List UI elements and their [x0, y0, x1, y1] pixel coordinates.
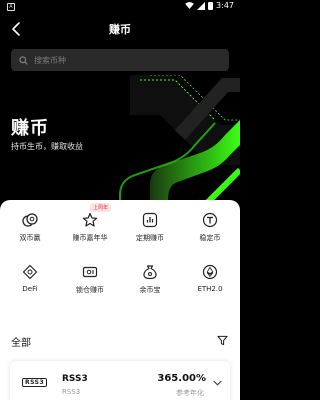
- page-title: 赚币: [109, 23, 131, 36]
- coin-apy: 365.00%: [157, 373, 206, 384]
- money-bag-icon: [143, 265, 157, 280]
- product-label: DeFi: [22, 285, 38, 293]
- product-locked-staking[interactable]: 锁仓赚币: [60, 258, 120, 310]
- hero-title: 赚币: [11, 118, 49, 139]
- hero-banner: 赚币 持币生币，赚取收益: [0, 75, 240, 205]
- coin-list-item[interactable]: RSS3 RSS3 RSS3 365.00% 参考年化: [10, 361, 230, 400]
- section-title: 全部: [11, 338, 31, 349]
- search-bar[interactable]: [11, 49, 229, 71]
- product-label: 定期赚币: [136, 234, 164, 242]
- search-icon: [19, 55, 28, 65]
- battery-icon: [208, 1, 214, 10]
- status-time: 3:47: [216, 1, 234, 10]
- product-label: 余币宝: [139, 286, 161, 294]
- hero-subtitle: 持币生币，赚取收益: [11, 142, 83, 151]
- product-label: ETH2.0: [197, 285, 223, 293]
- ethereum-icon: [202, 264, 218, 280]
- coin-apy-label: 参考年化: [176, 389, 204, 397]
- product-carnival[interactable]: 上周年 赚币嘉年华: [60, 203, 120, 258]
- product-label: 稳定币: [199, 234, 221, 242]
- product-defi[interactable]: DeFi: [0, 258, 60, 310]
- defi-icon: [22, 264, 38, 280]
- signal-icon: [197, 1, 206, 10]
- coins-icon: [22, 213, 38, 227]
- product-savings[interactable]: 余币宝: [120, 258, 180, 310]
- product-stablecoin[interactable]: 稳定币: [180, 206, 240, 258]
- status-bar: A 3:47: [0, 0, 240, 14]
- wifi-icon: [185, 2, 194, 9]
- product-label: 锁仓赚币: [76, 286, 104, 294]
- product-eth2[interactable]: ETH2.0: [180, 258, 240, 310]
- hero-graphic: [119, 75, 240, 205]
- coin-subname: RSS3: [62, 388, 81, 396]
- tether-icon: [202, 212, 218, 228]
- coin-logo: RSS3: [22, 378, 48, 387]
- star-icon: [82, 212, 98, 227]
- content-sheet: 双币赢 上周年 赚币嘉年华 定期赚币 稳定币 DeFi 锁仓赚币 余币宝 ETH…: [0, 200, 240, 400]
- chevron-down-icon[interactable]: [213, 380, 222, 386]
- product-dual-currency[interactable]: 双币赢: [0, 206, 60, 258]
- product-label: 双币赢: [19, 234, 41, 242]
- product-label: 赚币嘉年华: [72, 234, 108, 242]
- lock-safe-icon: [82, 266, 98, 278]
- app-header: 赚币: [0, 14, 240, 44]
- notification-icon: A: [7, 3, 15, 11]
- bar-chart-icon: [142, 212, 158, 228]
- coin-name: RSS3: [62, 374, 88, 384]
- product-badge: 上周年: [90, 203, 112, 212]
- product-fixed-term[interactable]: 定期赚币: [120, 206, 180, 258]
- back-arrow-icon[interactable]: [10, 21, 24, 37]
- product-grid: 双币赢 上周年 赚币嘉年华 定期赚币 稳定币 DeFi 锁仓赚币 余币宝 ETH…: [0, 203, 240, 310]
- search-input[interactable]: [34, 55, 214, 65]
- filter-icon[interactable]: [217, 335, 228, 346]
